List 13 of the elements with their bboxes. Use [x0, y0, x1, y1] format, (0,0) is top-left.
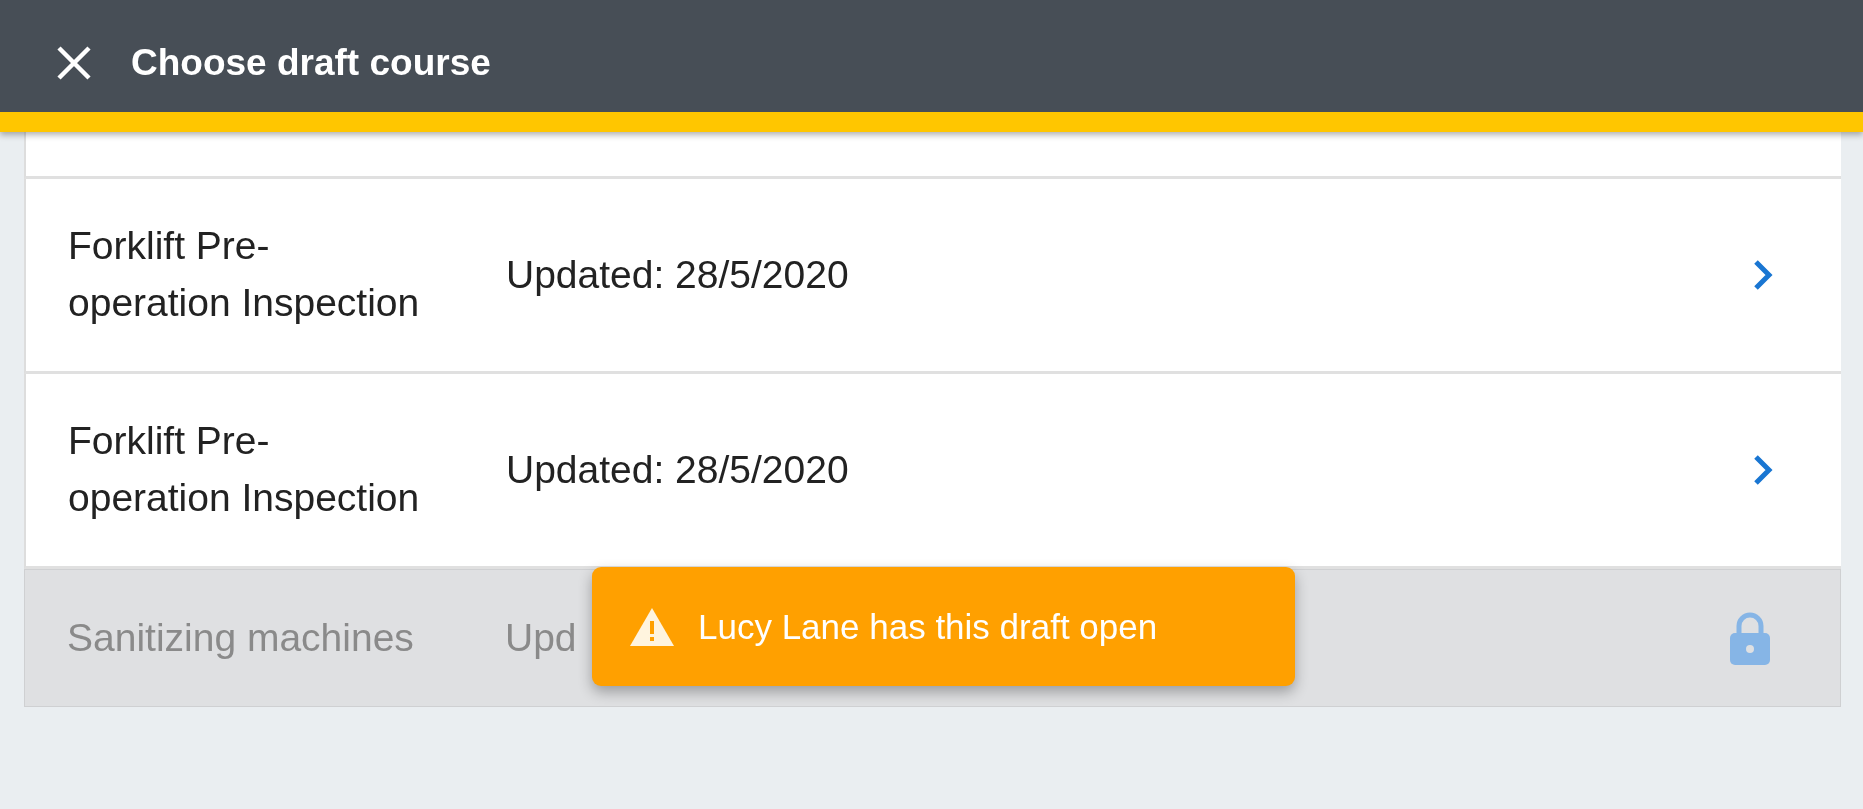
- updated-date: Updated: 28/5/2020: [506, 253, 849, 297]
- lock-icon: [1728, 611, 1772, 665]
- toast-message: Lucy Lane has this draft open: [698, 606, 1158, 647]
- updated-date: Updated: 28/5/2020: [506, 448, 849, 492]
- window-title: Choose draft course: [131, 42, 491, 84]
- chevron-right-icon: [1753, 454, 1773, 486]
- course-name: Sanitizing machines: [67, 614, 415, 661]
- updated-date: Upd: [505, 616, 577, 660]
- course-name: Forklift Pre- operation Inspection: [68, 418, 421, 521]
- chevron-right-icon: [1753, 259, 1773, 291]
- course-row[interactable]: Forklift Pre- operation Inspection Updated: 28/5/2020: [24, 374, 1841, 569]
- course-row[interactable]: Forklift Pre- operation Inspection Updated: 28/5/2020: [24, 179, 1841, 374]
- course-name: Forklift Pre- operation Inspection: [68, 223, 421, 326]
